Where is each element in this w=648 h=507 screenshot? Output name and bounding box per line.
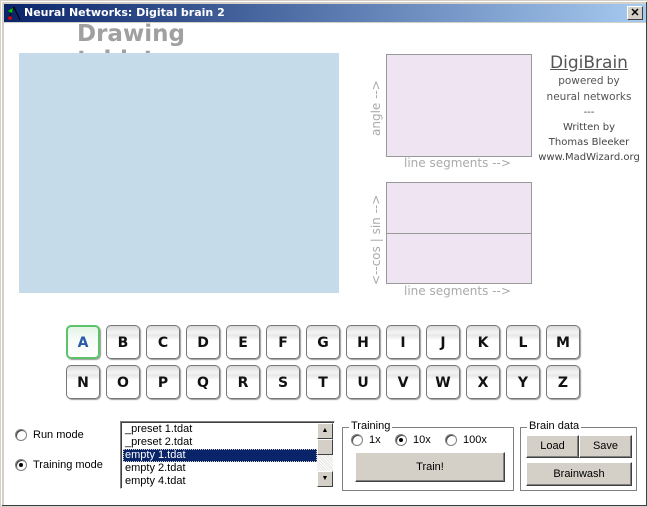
list-item[interactable]: _preset 2.tdat	[123, 436, 317, 449]
brand-line: neural networks	[546, 91, 632, 103]
brand-panel: DigiBrain powered by neural networks ---…	[536, 53, 642, 165]
train-button[interactable]: Train!	[355, 452, 505, 482]
letter-button-g[interactable]: G	[306, 325, 340, 359]
author-name: Thomas Bleeker	[548, 137, 630, 148]
angle-plot	[386, 54, 532, 157]
neural-network-icon	[8, 6, 21, 21]
sincos-plot-x-label: line segments -->	[404, 284, 511, 298]
radio-button[interactable]	[445, 434, 457, 446]
training-group-label: Training	[349, 420, 393, 432]
sincos-plot	[386, 182, 532, 284]
drawing-canvas[interactable]	[19, 53, 339, 293]
arrow-down-icon: ▼	[321, 475, 329, 482]
letter-button-c[interactable]: C	[146, 325, 180, 359]
letter-button-e[interactable]: E	[226, 325, 260, 359]
scroll-down-button[interactable]: ▼	[317, 471, 333, 487]
scrollbar[interactable]: ▲ ▼	[317, 423, 333, 487]
letter-button-v[interactable]: V	[386, 365, 420, 399]
letter-button-w[interactable]: W	[426, 365, 460, 399]
letter-button-h[interactable]: H	[346, 325, 380, 359]
scroll-thumb[interactable]	[317, 439, 333, 455]
letter-button-k[interactable]: K	[466, 325, 500, 359]
brand-line: Written by	[562, 122, 616, 133]
scroll-up-button[interactable]: ▲	[317, 423, 333, 439]
letter-button-i[interactable]: I	[386, 325, 420, 359]
letter-button-t[interactable]: T	[306, 365, 340, 399]
website-link[interactable]: www.MadWizard.org	[536, 150, 642, 165]
letter-button-x[interactable]: X	[466, 365, 500, 399]
letter-button-f[interactable]: F	[266, 325, 300, 359]
training-option-label: 1x	[369, 434, 381, 446]
brain-data-group-label: Brain data	[527, 420, 582, 432]
angle-plot-y-label: angle -->	[369, 80, 383, 136]
letter-button-o[interactable]: O	[106, 365, 140, 399]
letter-button-m[interactable]: M	[546, 325, 580, 359]
app-window: Neural Networks: Digital brain 2 ✕ Drawi…	[0, 0, 648, 507]
letter-button-n[interactable]: N	[66, 365, 100, 399]
training-file-list[interactable]: _preset 1.tdat _preset 2.tdat empty 1.tdat…	[120, 421, 335, 489]
zero-line	[387, 233, 531, 234]
load-button[interactable]: Load	[526, 435, 579, 458]
training-option-1x[interactable]: 1x	[351, 434, 381, 446]
training-option-label: 100x	[463, 434, 487, 446]
save-button[interactable]: Save	[579, 435, 632, 458]
list-item[interactable]: empty 4.tdat	[123, 475, 317, 488]
brain-data-group: Brain data Load Save Brainwash	[520, 420, 637, 491]
run-mode-radio[interactable]: Run mode	[15, 429, 84, 441]
training-mode-radio[interactable]: Training mode	[15, 459, 103, 471]
letter-button-d[interactable]: D	[186, 325, 220, 359]
sincos-plot-y-label: <--cos | sin -->	[369, 194, 383, 285]
brand-name: DigiBrain	[550, 53, 628, 73]
letter-button-q[interactable]: Q	[186, 365, 220, 399]
list-item[interactable]: empty 1.tdat	[123, 449, 317, 462]
letter-button-z[interactable]: Z	[546, 365, 580, 399]
training-option-100x[interactable]: 100x	[445, 434, 487, 446]
letter-button-j[interactable]: J	[426, 325, 460, 359]
brand-separator: ---	[583, 107, 595, 118]
letter-button-s[interactable]: S	[266, 365, 300, 399]
brainwash-button[interactable]: Brainwash	[526, 462, 632, 486]
client-area: Drawing tablet angle --> line segments -…	[4, 21, 646, 505]
window-title: Neural Networks: Digital brain 2	[24, 6, 225, 19]
radio-button[interactable]	[395, 434, 407, 446]
training-group: Training 1x 10x 100x Train!	[342, 420, 514, 491]
close-button[interactable]: ✕	[627, 6, 643, 20]
letter-button-p[interactable]: P	[146, 365, 180, 399]
run-mode-label: Run mode	[33, 429, 84, 441]
brand-line: powered by	[558, 75, 620, 87]
angle-plot-x-label: line segments -->	[404, 156, 511, 170]
training-option-10x[interactable]: 10x	[395, 434, 431, 446]
letter-button-r[interactable]: R	[226, 365, 260, 399]
radio-button[interactable]	[15, 429, 27, 441]
training-option-label: 10x	[413, 434, 431, 446]
list-item[interactable]: empty 2.tdat	[123, 462, 317, 475]
radio-button[interactable]	[351, 434, 363, 446]
close-icon: ✕	[630, 7, 640, 19]
radio-button[interactable]	[15, 459, 27, 471]
title-bar[interactable]: Neural Networks: Digital brain 2 ✕	[4, 4, 646, 22]
letter-button-y[interactable]: Y	[506, 365, 540, 399]
arrow-up-icon: ▲	[321, 427, 329, 434]
letter-button-a[interactable]: A	[66, 325, 100, 359]
training-mode-label: Training mode	[33, 459, 103, 471]
letter-button-b[interactable]: B	[106, 325, 140, 359]
letter-button-l[interactable]: L	[506, 325, 540, 359]
list-item[interactable]: _preset 1.tdat	[123, 423, 317, 436]
letter-button-u[interactable]: U	[346, 365, 380, 399]
